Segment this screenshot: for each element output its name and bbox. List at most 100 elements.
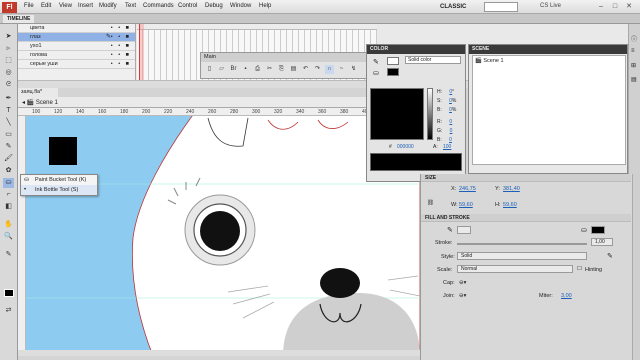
scale-select[interactable]: Normal — [457, 265, 573, 273]
info-icon[interactable]: ⓘ — [631, 34, 637, 43]
menu-item-paint-bucket[interactable]: ⛀ Paint Bucket Tool (K) — [21, 175, 97, 185]
green-row[interactable]: G: 0 — [437, 128, 467, 134]
join-select-icon[interactable]: ⊖▾ — [459, 293, 466, 299]
menu-help[interactable]: Help — [259, 3, 271, 9]
close-icon[interactable]: ✕ — [624, 2, 634, 12]
fill-bucket-icon[interactable]: ⛀ — [373, 69, 379, 77]
layer-row[interactable]: серые уши • • ■ — [18, 60, 135, 69]
fill-color-swatch[interactable] — [4, 289, 14, 297]
eraser-tool-icon[interactable]: ◧ — [3, 202, 14, 212]
green-value[interactable]: 0 — [450, 128, 453, 134]
saturation-value[interactable]: 0 — [449, 98, 452, 104]
pencil-tool-icon[interactable]: ✎ — [3, 142, 14, 152]
brightness-row[interactable]: B: 0% — [437, 107, 467, 113]
red-value[interactable]: 0 — [449, 119, 452, 125]
help-search-input[interactable] — [484, 2, 518, 12]
fill-bucket-icon[interactable]: ⛀ — [581, 226, 587, 234]
stroke-width-input[interactable]: 1,00 — [591, 238, 613, 246]
zoom-tool-icon[interactable]: 🔍 — [3, 232, 14, 242]
saturation-row[interactable]: S: 0% — [437, 98, 467, 104]
selection-tool-icon[interactable]: ➤ — [3, 32, 14, 42]
menu-file[interactable]: File — [24, 3, 34, 9]
fill-color-swatch[interactable] — [591, 226, 605, 234]
deco-tool-icon[interactable]: ✿ — [3, 166, 14, 176]
layer-visibility-icons[interactable]: • • ■ — [111, 60, 131, 69]
maximize-icon[interactable]: □ — [610, 2, 620, 12]
menu-edit[interactable]: Edit — [41, 3, 51, 9]
subselection-tool-icon[interactable]: ▹ — [3, 44, 14, 54]
cut-icon[interactable]: ✂ — [265, 65, 274, 74]
w-value[interactable]: 59,60 — [459, 202, 473, 208]
hue-value[interactable]: 0 — [449, 89, 452, 95]
smooth-icon[interactable]: ~ — [337, 65, 346, 74]
layer-row[interactable]: голова • • ■ — [18, 51, 135, 60]
free-transform-tool-icon[interactable]: ⬚ — [3, 56, 14, 66]
menu-commands[interactable]: Commands — [143, 3, 174, 9]
print-icon[interactable]: ⎙ — [253, 65, 262, 74]
workspace-switcher[interactable]: CLASSIC — [440, 2, 480, 13]
eyedropper-tool-icon[interactable]: ⌐ — [3, 190, 14, 200]
pen-tool-icon[interactable]: ✒ — [3, 94, 14, 104]
menu-item-ink-bottle[interactable]: • Ink Bottle Tool (S) — [21, 185, 97, 195]
stroke-width-slider[interactable] — [457, 243, 587, 245]
tab-timeline[interactable]: TIMELINE — [3, 15, 35, 23]
miter-value[interactable]: 3,00 — [561, 293, 572, 299]
cs-live-button[interactable]: CS Live — [540, 3, 561, 9]
bridge-icon[interactable]: Br — [229, 65, 238, 74]
layer-row[interactable]: ухо1 • • ■ — [18, 42, 135, 51]
stroke-color-swatch[interactable] — [457, 226, 471, 234]
undo-icon[interactable]: ↶ — [301, 65, 310, 74]
alpha-value[interactable]: 100 — [443, 144, 451, 150]
stage-scrollbar[interactable] — [18, 350, 420, 356]
menu-debug[interactable]: Debug — [205, 3, 223, 9]
text-tool-icon[interactable]: T — [3, 106, 14, 116]
blue-row[interactable]: B: 0 — [437, 137, 467, 143]
hand-tool-icon[interactable]: ✋ — [3, 220, 14, 230]
lasso-tool-icon[interactable]: ᘓ — [3, 80, 14, 90]
save-icon[interactable]: ▪ — [241, 65, 250, 74]
layer-visibility-icons[interactable]: • • ■ — [111, 42, 131, 51]
stroke-style-select[interactable]: Solid — [457, 252, 587, 260]
menu-insert[interactable]: Insert — [78, 3, 93, 9]
stroke-pencil-icon[interactable]: ✎ — [447, 226, 453, 234]
frame-ruler[interactable] — [137, 24, 377, 30]
menu-view[interactable]: View — [59, 3, 72, 9]
align-icon[interactable]: ≡ — [631, 48, 635, 54]
fill-swatch[interactable] — [387, 68, 399, 76]
layer-row[interactable]: цвета • • ■ — [18, 24, 135, 33]
edit-style-pencil-icon[interactable]: ✎ — [607, 252, 613, 260]
red-row[interactable]: R: 0 — [437, 119, 467, 125]
hex-value[interactable]: 000000 — [397, 144, 423, 151]
layer-visibility-icons[interactable]: • • ■ — [111, 24, 131, 33]
layer-visibility-icons[interactable]: • • ■ — [111, 33, 131, 42]
new-file-icon[interactable]: ▯ — [205, 65, 214, 74]
stroke-swatch[interactable] — [387, 57, 399, 65]
paint-bucket-tool-icon[interactable]: ⛀ — [3, 178, 14, 188]
3d-rotation-tool-icon[interactable]: ◎ — [3, 68, 14, 78]
straighten-icon[interactable]: ↯ — [349, 65, 358, 74]
rectangle-tool-icon[interactable]: ▭ — [3, 130, 14, 140]
hinting-checkbox[interactable]: ☐ — [577, 266, 582, 272]
brightness-value[interactable]: 0 — [449, 107, 452, 113]
layer-visibility-icons[interactable]: • • ■ — [111, 51, 131, 60]
menu-window[interactable]: Window — [230, 3, 251, 9]
redo-icon[interactable]: ↷ — [313, 65, 322, 74]
y-value[interactable]: 381,40 — [503, 186, 520, 192]
stage[interactable] — [18, 108, 420, 356]
scene-list-item[interactable]: 🎬 Scene 1 — [475, 58, 504, 64]
link-icon[interactable]: ⛓ — [427, 200, 434, 206]
fill-stroke-section-header[interactable]: FILL AND STROKE — [421, 214, 631, 222]
scene-breadcrumb[interactable]: Scene 1 — [36, 100, 58, 106]
menu-control[interactable]: Control — [178, 3, 197, 9]
size-section-header[interactable]: SIZE — [421, 174, 631, 182]
hue-row[interactable]: H: 0° — [437, 89, 467, 95]
swap-colors-icon[interactable]: ⇄ — [3, 306, 14, 316]
x-value[interactable]: 246,75 — [459, 186, 476, 192]
cap-select-icon[interactable]: ⊖▾ — [459, 280, 466, 286]
transform-icon[interactable]: ⊞ — [631, 62, 636, 69]
color-picker-field[interactable] — [370, 88, 424, 140]
properties-scrollbar[interactable] — [632, 174, 640, 360]
library-icon[interactable]: ▤ — [631, 76, 637, 83]
paste-icon[interactable]: ▤ — [289, 65, 298, 74]
open-file-icon[interactable]: ▱ — [217, 65, 226, 74]
